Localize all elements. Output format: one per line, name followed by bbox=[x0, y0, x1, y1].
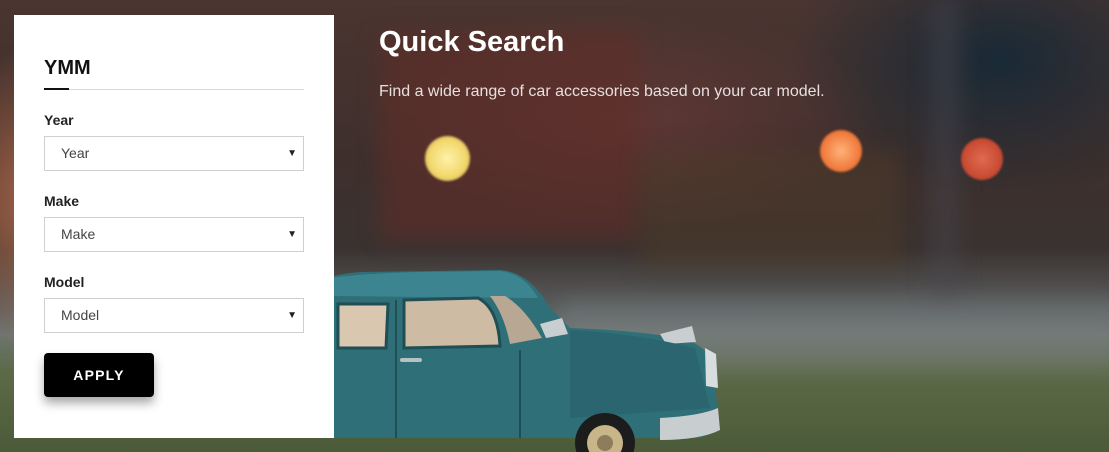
make-label: Make bbox=[44, 193, 80, 209]
caret-down-icon: ▼ bbox=[287, 148, 297, 159]
vintage-car-image bbox=[300, 270, 720, 452]
model-label: Model bbox=[44, 274, 85, 290]
model-select-value: Model bbox=[61, 307, 100, 323]
caret-down-icon: ▼ bbox=[287, 310, 297, 321]
quick-search-title: Quick Search bbox=[379, 26, 565, 58]
background-building bbox=[380, 30, 640, 240]
ymm-search-panel: YMM Year Year ▼ Make Make ▼ Model Model … bbox=[14, 15, 334, 438]
model-select[interactable]: Model ▼ bbox=[44, 298, 304, 333]
caret-down-icon: ▼ bbox=[287, 229, 297, 240]
bokeh-light bbox=[961, 138, 1003, 180]
year-label: Year bbox=[44, 112, 74, 128]
apply-button[interactable]: APPLY bbox=[44, 353, 154, 397]
bokeh-light bbox=[425, 136, 470, 181]
bokeh-light bbox=[820, 130, 862, 172]
make-select[interactable]: Make ▼ bbox=[44, 217, 304, 252]
quick-search-description: Find a wide range of car accessories bas… bbox=[379, 83, 825, 100]
panel-title: YMM bbox=[44, 57, 91, 79]
title-divider bbox=[44, 80, 304, 90]
background-pole bbox=[930, 0, 960, 300]
year-select-value: Year bbox=[61, 145, 90, 161]
year-select[interactable]: Year ▼ bbox=[44, 136, 304, 171]
make-select-value: Make bbox=[61, 226, 96, 242]
title-accent-line bbox=[44, 88, 69, 90]
background-building bbox=[640, 150, 900, 270]
